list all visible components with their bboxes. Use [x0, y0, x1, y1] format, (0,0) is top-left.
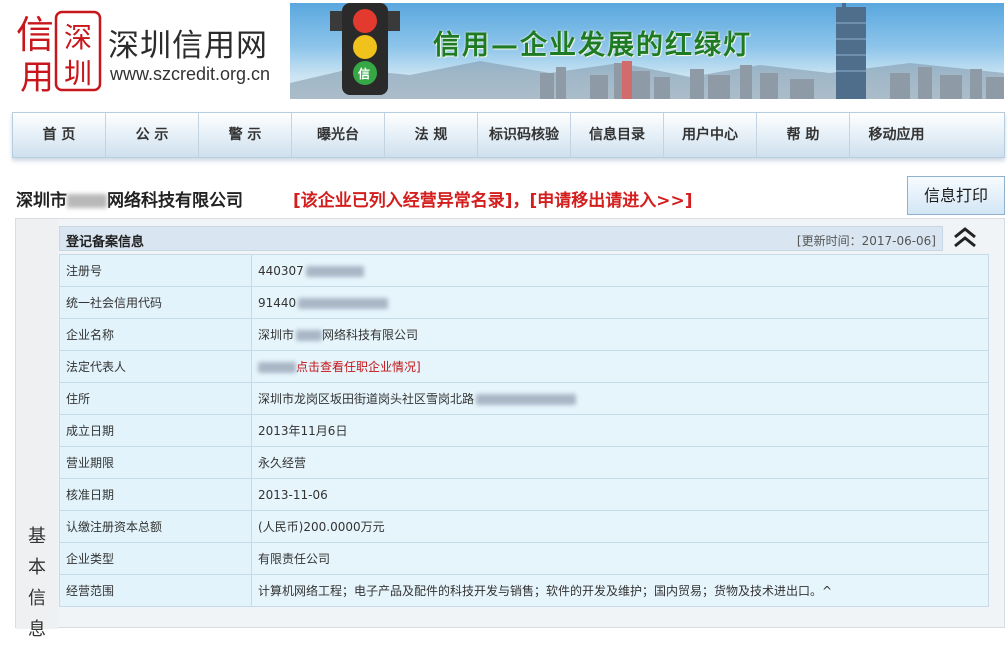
table-row: 统一社会信用代码 91440 — [59, 286, 989, 319]
row-value: 440307 — [258, 263, 304, 278]
banner-slogan: 信用—企业发展的红绿灯 — [433, 30, 752, 61]
row-value-cell: 440307 — [251, 254, 989, 287]
table-row: 法定代表人 点击查看任职企业情况] — [59, 350, 989, 383]
table-row: 营业期限 永久经营 — [59, 446, 989, 479]
nav-info-catalog[interactable]: 信息目录 — [571, 113, 664, 157]
section-header: 登记备案信息 [更新时间：2017-06-06] — [59, 226, 943, 251]
nav-home[interactable]: 首 页 — [13, 113, 106, 157]
seal-char-4: 圳 — [64, 57, 93, 90]
table-row: 认缴注册资本总额 (人民币)200.0000万元 — [59, 510, 989, 543]
row-key: 企业名称 — [59, 318, 252, 351]
redacted-mask — [305, 265, 364, 277]
row-value: 永久经营 — [251, 446, 989, 479]
row-key: 核准日期 — [59, 478, 252, 511]
redacted-mask — [476, 394, 577, 405]
row-value: (人民币)200.0000万元 — [251, 510, 989, 543]
company-name-suffix: 网络科技有限公司 — [107, 191, 243, 211]
row-value: 有限责任公司 — [251, 542, 989, 575]
row-key: 统一社会信用代码 — [59, 286, 252, 319]
table-row: 注册号 440307 — [59, 254, 989, 287]
header-banner: 信 信用—企业发展的红绿灯 — [290, 3, 1004, 99]
collapse-chevron-icon[interactable] — [951, 225, 979, 251]
table-row: 企业名称 深圳市 网络科技有限公司 — [59, 318, 989, 351]
row-key: 注册号 — [59, 254, 252, 287]
row-key: 企业类型 — [59, 542, 252, 575]
side-label: 基本信息 — [16, 219, 58, 640]
section-title: 登记备案信息 — [66, 235, 145, 250]
seal-logo-icon: 信 深 用 圳 — [14, 4, 106, 98]
table-row: 成立日期 2013年11月6日 — [59, 414, 989, 447]
site-url: www.szcredit.org.cn — [110, 64, 271, 84]
redacted-mask — [298, 297, 389, 309]
row-value: 深圳市 — [258, 328, 295, 342]
basic-info-panel: 基本信息 登记备案信息 [更新时间：2017-06-06] 注册号 440307… — [15, 218, 1005, 640]
table-row: 经营范围 计算机网络工程；电子产品及配件的科技开发与销售；软件的开发及维护；国内… — [59, 574, 989, 607]
row-key: 住所 — [59, 382, 252, 415]
site-name: 深圳信用网 — [108, 28, 268, 64]
print-info-button[interactable]: 信息打印 — [907, 176, 1005, 215]
row-value: 计算机网络工程；电子产品及配件的科技开发与销售；软件的开发及维护；国内贸易；货物… — [251, 574, 989, 607]
row-value: 深圳市龙岗区坂田街道岗头社区雪岗北路 — [258, 392, 475, 406]
nav-id-verify[interactable]: 标识码核验 — [478, 113, 571, 157]
row-value: 2013-11-06 — [251, 478, 989, 511]
row-key: 营业期限 — [59, 446, 252, 479]
seal-char-2: 深 — [64, 21, 93, 54]
row-value-suffix: 网络科技有限公司 — [322, 328, 419, 342]
seal-char-3: 用 — [20, 58, 54, 98]
abnormal-list-notice[interactable]: [该企业已列入经营异常名录]，[申请移出请进入>>] — [293, 186, 693, 211]
nav-publicity[interactable]: 公 示 — [106, 113, 199, 157]
registration-table: 注册号 440307 统一社会信用代码 91440 企业名称 深圳市 网络科技有限… — [59, 254, 989, 607]
table-row: 核准日期 2013-11-06 — [59, 478, 989, 511]
main-nav: 首 页 公 示 警 示 曝光台 法 规 标识码核验 信息目录 用户中心 帮 助 … — [12, 112, 1005, 158]
row-value-cell: 深圳市龙岗区坂田街道岗头社区雪岗北路 — [251, 382, 989, 415]
row-key: 经营范围 — [59, 574, 252, 607]
nav-exposure[interactable]: 曝光台 — [292, 113, 385, 157]
legal-rep-link[interactable]: 点击查看任职企业情况] — [296, 360, 421, 374]
row-value-cell: 91440 — [251, 286, 989, 319]
site-logo[interactable]: 信 深 用 圳 深圳信用网 www.szcredit.org.cn — [14, 4, 286, 100]
table-row: 企业类型 有限责任公司 — [59, 542, 989, 575]
update-time: [更新时间：2017-06-06] — [796, 234, 936, 248]
side-label-text: 基本信息 — [28, 526, 46, 640]
redacted-mask — [258, 362, 296, 373]
redacted-mask — [296, 330, 323, 341]
traffic-light-badge: 信 — [358, 67, 371, 81]
company-name-prefix: 深圳市 — [16, 191, 67, 211]
row-value: 91440 — [258, 295, 297, 310]
row-key: 成立日期 — [59, 414, 252, 447]
nav-help[interactable]: 帮 助 — [757, 113, 850, 157]
table-row: 住所 深圳市龙岗区坂田街道岗头社区雪岗北路 — [59, 382, 989, 415]
nav-warning[interactable]: 警 示 — [199, 113, 292, 157]
row-key: 认缴注册资本总额 — [59, 510, 252, 543]
company-title: 深圳市 网络科技有限公司 — [16, 186, 243, 211]
redacted-mask — [67, 194, 107, 208]
nav-regulations[interactable]: 法 规 — [385, 113, 478, 157]
row-value-cell: 点击查看任职企业情况] — [251, 350, 989, 383]
row-value: 2013年11月6日 — [251, 414, 989, 447]
row-key: 法定代表人 — [59, 350, 252, 383]
nav-mobile-app[interactable]: 移动应用 — [850, 113, 943, 157]
nav-user-center[interactable]: 用户中心 — [664, 113, 757, 157]
row-value-cell: 深圳市 网络科技有限公司 — [251, 318, 989, 351]
